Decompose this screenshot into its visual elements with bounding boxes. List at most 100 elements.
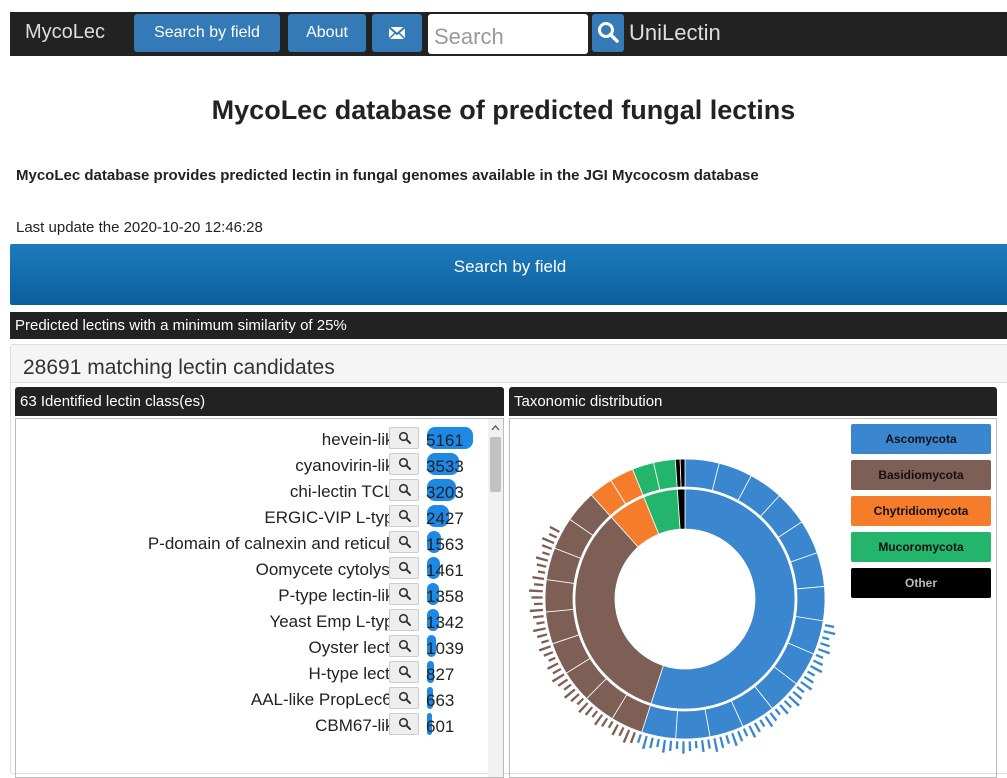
sunburst-segment[interactable] (795, 684, 806, 695)
scrollbar[interactable] (488, 419, 503, 777)
sunburst-segment[interactable] (542, 650, 555, 658)
lectin-class-name[interactable]: cyanovirin-like (295, 456, 403, 476)
magnifier-button[interactable] (389, 505, 419, 527)
magnifier-button[interactable] (389, 427, 419, 449)
sunburst-segment[interactable] (736, 729, 745, 743)
sunburst-segment[interactable] (823, 623, 836, 629)
sunburst-segment[interactable] (718, 735, 726, 750)
scroll-up-arrow-icon[interactable] (490, 423, 501, 433)
sunburst-segment[interactable] (540, 550, 552, 557)
sunburst-segment[interactable] (681, 740, 686, 754)
legend-chytridiomycota[interactable]: Chytridiomycota (851, 496, 991, 526)
sunburst-segment[interactable] (706, 738, 712, 750)
sunburst-segment[interactable] (816, 647, 832, 656)
sunburst-segment[interactable] (535, 632, 549, 640)
unilectin-link[interactable]: UniLectin (629, 20, 721, 46)
sunburst-segment[interactable] (535, 562, 548, 569)
sunburst-segment[interactable] (533, 601, 544, 607)
sunburst-segment[interactable] (679, 458, 686, 488)
sunburst-segment[interactable] (773, 707, 782, 717)
sunburst-segment[interactable] (536, 569, 547, 575)
lectin-class-name[interactable]: Oomycete cytolysin (256, 560, 403, 580)
magnifier-button[interactable] (389, 557, 419, 579)
sunburst-segment[interactable] (687, 740, 693, 752)
sunburst-segment[interactable] (540, 543, 554, 551)
lectin-class-name[interactable]: chi-lectin TCLL (290, 482, 403, 502)
sunburst-segment[interactable] (532, 626, 547, 634)
sunburst-segment[interactable] (730, 731, 739, 748)
search-button[interactable] (592, 14, 624, 52)
legend-other[interactable]: Other (851, 568, 991, 598)
sunburst-segment[interactable] (547, 655, 557, 663)
sunburst-segment[interactable] (606, 719, 615, 730)
sunburst-segment[interactable] (712, 737, 720, 753)
sunburst-segment[interactable] (648, 736, 655, 750)
sunburst-segment[interactable] (540, 638, 551, 645)
brand-link[interactable]: MycoLec (25, 21, 105, 44)
sunburst-segment[interactable] (590, 709, 600, 719)
sunburst-segment[interactable] (533, 582, 545, 588)
magnifier-button[interactable] (389, 687, 419, 709)
sunburst-segment[interactable] (530, 595, 544, 600)
sunburst-segment[interactable] (758, 718, 767, 729)
sunburst-segment[interactable] (700, 739, 706, 754)
sunburst-segment[interactable] (628, 730, 637, 745)
taxonomy-sunburst-chart[interactable] (520, 424, 850, 754)
sunburst-segment[interactable] (528, 588, 544, 594)
sunburst-segment[interactable] (531, 614, 545, 620)
sunburst-segment[interactable] (562, 682, 573, 692)
search-by-field-button[interactable]: Search by field (134, 14, 280, 52)
legend-mucoromycota[interactable]: Mucoromycota (851, 532, 991, 562)
magnifier-button[interactable] (389, 609, 419, 631)
sunburst-segment[interactable] (551, 666, 563, 676)
sunburst-segment[interactable] (693, 740, 699, 750)
sunburst-segment[interactable] (534, 555, 550, 563)
magnifier-button[interactable] (389, 531, 419, 553)
legend-basidiomycota[interactable]: Basidiomycota (851, 460, 991, 490)
sunburst-segment[interactable] (675, 708, 711, 740)
lectin-class-name[interactable]: P-type lectin-like (278, 586, 403, 606)
sunburst-segment[interactable] (535, 620, 546, 626)
magnifier-button[interactable] (389, 661, 419, 683)
lectin-class-name[interactable]: AAL-like PropLec6A (251, 690, 403, 710)
sunburst-segment[interactable] (537, 644, 553, 653)
magnifier-button[interactable] (389, 453, 419, 475)
contact-button[interactable] (372, 14, 422, 52)
sunburst-segment[interactable] (575, 696, 586, 707)
sunburst-segment[interactable] (820, 635, 831, 642)
lectin-class-name[interactable]: ERGIC-VIP L-type (264, 508, 403, 528)
sunburst-segment[interactable] (655, 737, 661, 749)
magnifier-button[interactable] (389, 583, 419, 605)
sunburst-segment[interactable] (741, 727, 750, 738)
lectin-class-count: 2427 (426, 509, 464, 528)
sunburst-segment[interactable] (547, 531, 559, 540)
scroll-thumb[interactable] (490, 437, 501, 492)
sunburst-segment[interactable] (795, 586, 826, 622)
sunburst-segment[interactable] (814, 652, 825, 661)
magnifier-button[interactable] (389, 479, 419, 501)
sunburst-segment[interactable] (752, 721, 763, 734)
lectin-class-name[interactable]: Yeast Emp L-type (269, 612, 403, 632)
sunburst-segment[interactable] (805, 669, 817, 678)
lectin-class-name[interactable]: P-domain of calnexin and reticulin (148, 534, 403, 554)
sunburst-segment[interactable] (531, 575, 546, 581)
sunburst-segment[interactable] (661, 738, 667, 754)
sunburst-segment[interactable] (674, 740, 680, 750)
sunburst-segment[interactable] (811, 658, 825, 668)
sunburst-segment[interactable] (548, 524, 561, 534)
sunburst-segment[interactable] (668, 739, 674, 752)
sunburst-segment[interactable] (724, 733, 732, 745)
sunburst-segment[interactable] (818, 641, 831, 649)
about-button[interactable]: About (288, 14, 366, 52)
magnifier-button[interactable] (389, 635, 419, 657)
legend-ascomycota[interactable]: Ascomycota (851, 424, 991, 454)
sunburst-segment[interactable] (635, 732, 643, 744)
sunburst-segment[interactable] (822, 629, 837, 637)
sunburst-segment[interactable] (544, 579, 575, 613)
sunburst-segment[interactable] (640, 734, 649, 751)
sunburst-segment[interactable] (617, 725, 626, 738)
search-by-field-bar[interactable]: Search by field (10, 244, 1007, 305)
magnifier-button[interactable] (389, 713, 419, 735)
search-input[interactable] (428, 14, 588, 54)
sunburst-segment[interactable] (528, 607, 544, 614)
